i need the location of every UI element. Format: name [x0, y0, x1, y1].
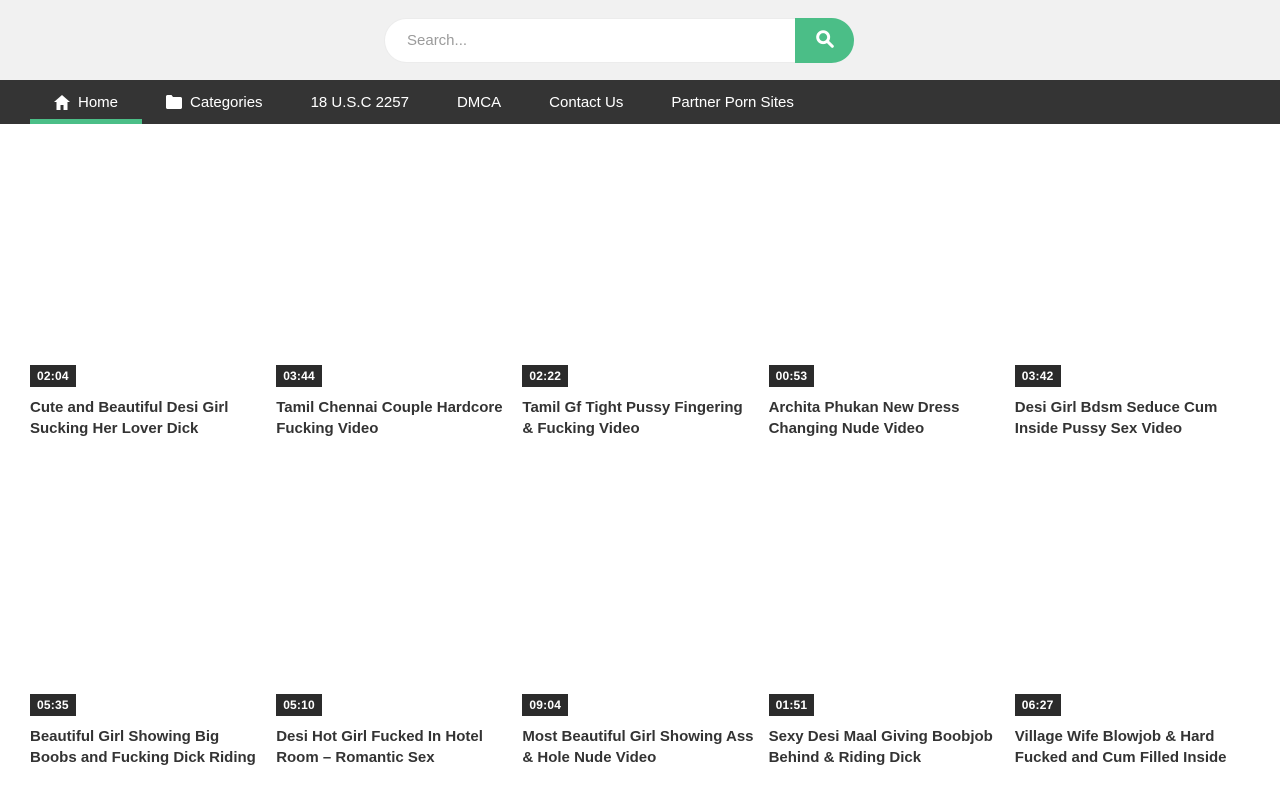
- video-card[interactable]: 05:35 Beautiful Girl Showing Big Boobs a…: [30, 469, 265, 768]
- folder-icon: [166, 95, 182, 109]
- video-grid: 02:04 Cute and Beautiful Desi Girl Sucki…: [30, 140, 1250, 768]
- video-card[interactable]: 02:04 Cute and Beautiful Desi Girl Sucki…: [30, 140, 265, 439]
- video-title[interactable]: Sexy Desi Maal Giving Boobjob Behind & R…: [769, 726, 1004, 768]
- duration-badge: 05:10: [276, 694, 322, 716]
- nav-item-label: Partner Porn Sites: [671, 94, 794, 111]
- video-card[interactable]: 03:42 Desi Girl Bdsm Seduce Cum Inside P…: [1015, 140, 1250, 439]
- video-thumbnail[interactable]: 00:53: [769, 140, 1004, 390]
- search-form: [384, 18, 854, 63]
- video-title[interactable]: Tamil Chennai Couple Hardcore Fucking Vi…: [276, 397, 511, 439]
- duration-badge: 09:04: [522, 694, 568, 716]
- video-card[interactable]: 02:22 Tamil Gf Tight Pussy Fingering & F…: [522, 140, 757, 439]
- search-input[interactable]: [384, 18, 795, 63]
- video-title[interactable]: Village Wife Blowjob & Hard Fucked and C…: [1015, 726, 1250, 768]
- duration-badge: 06:27: [1015, 694, 1061, 716]
- video-thumbnail[interactable]: 05:10: [276, 469, 511, 719]
- main-navbar: Home Categories 18 U.S.C 2257 DMCA Conta…: [0, 80, 1280, 124]
- nav-item-label: DMCA: [457, 94, 501, 111]
- duration-badge: 02:22: [522, 365, 568, 387]
- nav-item-contact[interactable]: Contact Us: [525, 80, 647, 124]
- video-title[interactable]: Desi Girl Bdsm Seduce Cum Inside Pussy S…: [1015, 397, 1250, 439]
- video-thumbnail[interactable]: 02:04: [30, 140, 265, 390]
- video-thumbnail[interactable]: 03:44: [276, 140, 511, 390]
- video-thumbnail[interactable]: 05:35: [30, 469, 265, 719]
- nav-item-label: 18 U.S.C 2257: [311, 94, 409, 111]
- nav-item-2257[interactable]: 18 U.S.C 2257: [287, 80, 433, 124]
- video-thumbnail[interactable]: 01:51: [769, 469, 1004, 719]
- nav-item-categories[interactable]: Categories: [142, 80, 287, 124]
- video-title[interactable]: Beautiful Girl Showing Big Boobs and Fuc…: [30, 726, 265, 768]
- video-card[interactable]: 05:10 Desi Hot Girl Fucked In Hotel Room…: [276, 469, 511, 768]
- video-thumbnail[interactable]: 09:04: [522, 469, 757, 719]
- nav-item-dmca[interactable]: DMCA: [433, 80, 525, 124]
- video-card[interactable]: 00:53 Archita Phukan New Dress Changing …: [769, 140, 1004, 439]
- video-title[interactable]: Desi Hot Girl Fucked In Hotel Room – Rom…: [276, 726, 511, 768]
- video-title[interactable]: Most Beautiful Girl Showing Ass & Hole N…: [522, 726, 757, 768]
- top-header: [0, 0, 1280, 80]
- video-thumbnail[interactable]: 03:42: [1015, 140, 1250, 390]
- nav-item-label: Home: [78, 94, 118, 111]
- search-button[interactable]: [795, 18, 854, 63]
- video-card[interactable]: 03:44 Tamil Chennai Couple Hardcore Fuck…: [276, 140, 511, 439]
- video-title[interactable]: Cute and Beautiful Desi Girl Sucking Her…: [30, 397, 265, 439]
- magnifier-icon: [814, 28, 836, 53]
- home-icon: [54, 95, 70, 110]
- duration-badge: 05:35: [30, 694, 76, 716]
- video-card[interactable]: 01:51 Sexy Desi Maal Giving Boobjob Behi…: [769, 469, 1004, 768]
- duration-badge: 02:04: [30, 365, 76, 387]
- nav-item-label: Contact Us: [549, 94, 623, 111]
- video-title[interactable]: Tamil Gf Tight Pussy Fingering & Fucking…: [522, 397, 757, 439]
- nav-item-partner-sites[interactable]: Partner Porn Sites: [647, 80, 818, 124]
- duration-badge: 00:53: [769, 365, 815, 387]
- video-card[interactable]: 09:04 Most Beautiful Girl Showing Ass & …: [522, 469, 757, 768]
- duration-badge: 03:42: [1015, 365, 1061, 387]
- nav-item-label: Categories: [190, 94, 263, 111]
- nav-item-home[interactable]: Home: [30, 80, 142, 124]
- video-title[interactable]: Archita Phukan New Dress Changing Nude V…: [769, 397, 1004, 439]
- video-thumbnail[interactable]: 06:27: [1015, 469, 1250, 719]
- duration-badge: 03:44: [276, 365, 322, 387]
- video-card[interactable]: 06:27 Village Wife Blowjob & Hard Fucked…: [1015, 469, 1250, 768]
- duration-badge: 01:51: [769, 694, 815, 716]
- video-thumbnail[interactable]: 02:22: [522, 140, 757, 390]
